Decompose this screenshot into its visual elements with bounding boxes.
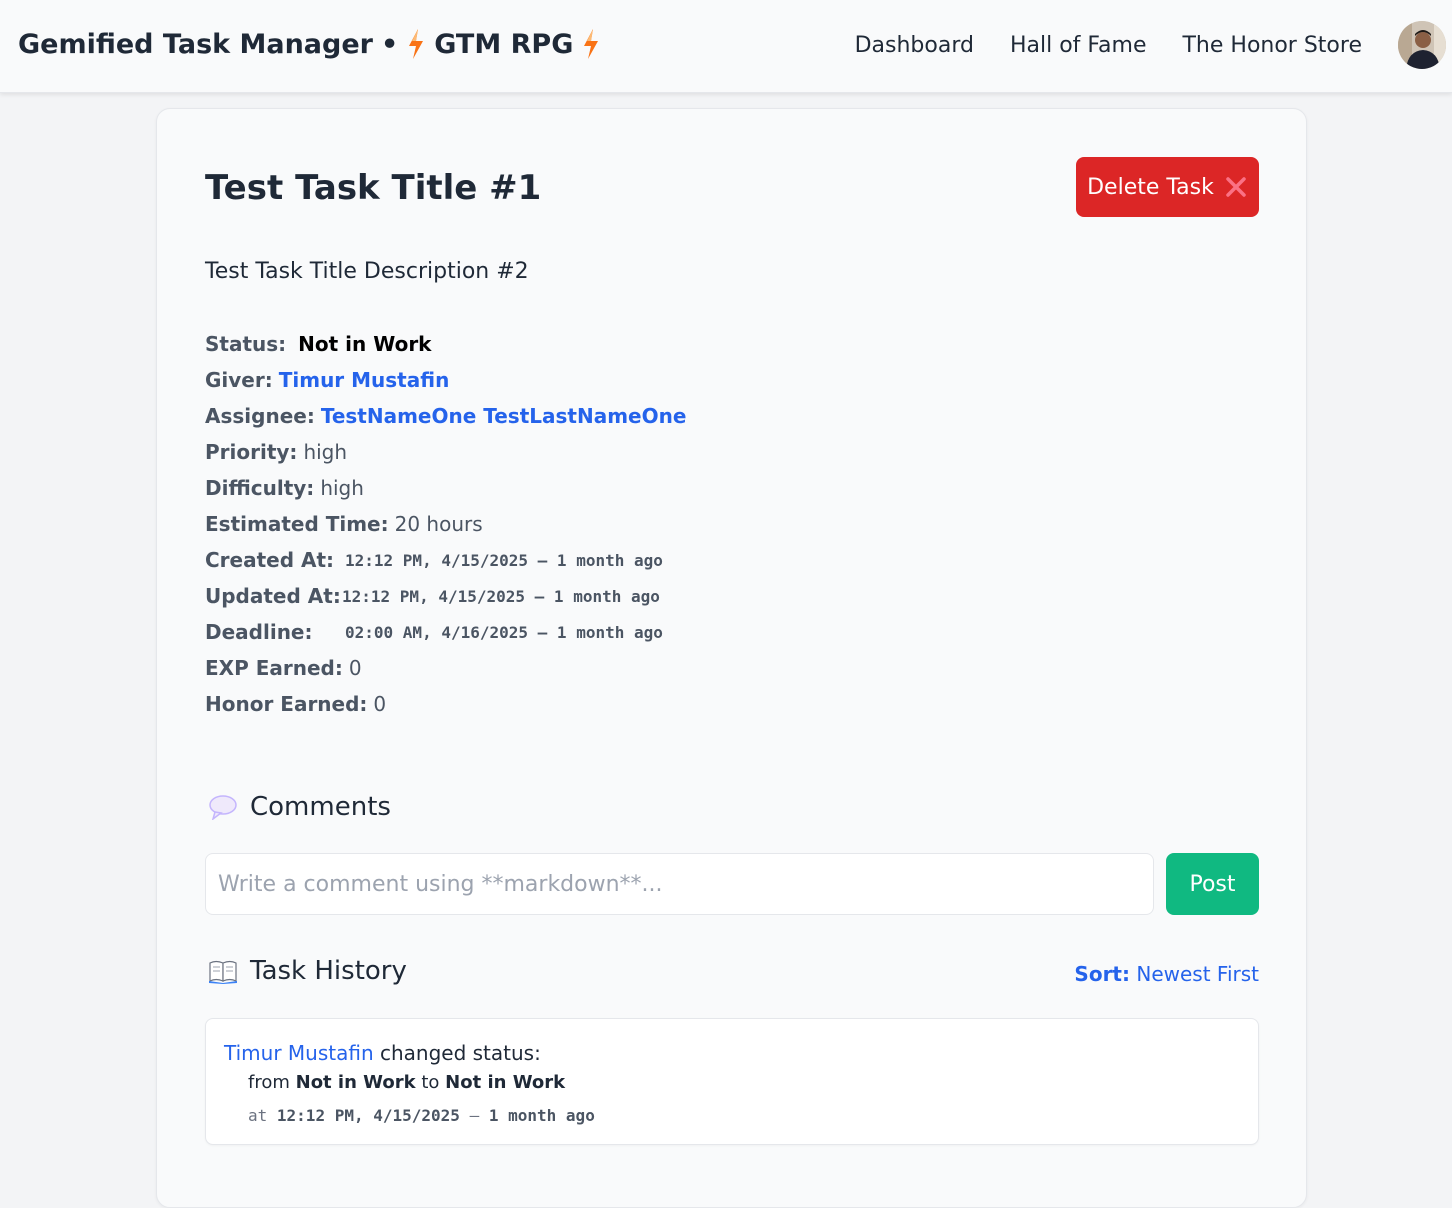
exp-earned-row: EXP Earned: 0	[205, 650, 686, 686]
assignee-row: Assignee: TestNameOne TestLastNameOne	[205, 398, 686, 434]
updated-at-row: Updated At: 12:12 PM, 4/15/2025 — 1 mont…	[205, 578, 686, 614]
brand-separator: •	[380, 28, 399, 60]
honor-earned-label: Honor Earned:	[205, 692, 368, 716]
priority-label: Priority:	[205, 440, 298, 464]
nav-link-honor-store[interactable]: The Honor Store	[1182, 33, 1362, 58]
assignee-link[interactable]: TestNameOne TestLastNameOne	[321, 404, 687, 428]
avatar-image	[1398, 21, 1446, 69]
nav-link-dashboard[interactable]: Dashboard	[855, 33, 974, 58]
deadline-row: Deadline: 02:00 AM, 4/16/2025 — 1 month …	[205, 614, 686, 650]
post-comment-button[interactable]: Post	[1166, 853, 1259, 915]
estimated-time-row: Estimated Time: 20 hours	[205, 506, 686, 542]
giver-row: Giver: Timur Mustafin	[205, 362, 686, 398]
open-book-icon	[209, 960, 237, 984]
lightning-bolt-icon	[409, 29, 424, 59]
comments-heading-text: Comments	[250, 792, 391, 822]
updated-at-label: Updated At:	[205, 584, 341, 608]
nav-links: Dashboard Hall of Fame The Honor Store	[855, 33, 1362, 58]
deadline-value: 02:00 AM, 4/16/2025 — 1 month ago	[345, 622, 663, 642]
status-label: Status:	[205, 332, 287, 356]
brand-title: Gemified Task Manager	[18, 28, 373, 60]
task-history-heading: Task History	[208, 956, 407, 986]
delete-task-label: Delete Task	[1087, 174, 1214, 200]
sort-value: Newest First	[1136, 962, 1259, 986]
history-to-word: to	[421, 1072, 440, 1093]
priority-row: Priority: high	[205, 434, 686, 470]
lightning-bolt-icon	[584, 29, 599, 59]
history-at-word: at	[248, 1106, 268, 1125]
deadline-label: Deadline:	[205, 620, 313, 644]
task-title: Test Task Title #1	[205, 168, 542, 208]
task-meta-list: Status: Not in Work Giver: Timur Mustafi…	[205, 326, 686, 722]
sort-toggle[interactable]: Sort: Newest First	[1074, 962, 1259, 986]
history-from-word: from	[248, 1072, 290, 1093]
history-action: changed status:	[379, 1041, 541, 1065]
assignee-label: Assignee:	[205, 404, 315, 428]
sort-label: Sort:	[1074, 962, 1130, 986]
history-entry-header: Timur Mustafin changed status:	[224, 1041, 541, 1065]
exp-earned-value: 0	[348, 656, 362, 680]
status-row: Status: Not in Work	[205, 326, 686, 362]
difficulty-row: Difficulty: high	[205, 470, 686, 506]
priority-value: high	[303, 440, 348, 464]
giver-label: Giver:	[205, 368, 273, 392]
created-at-value: 12:12 PM, 4/15/2025 — 1 month ago	[345, 550, 663, 570]
honor-earned-value: 0	[373, 692, 387, 716]
comment-input[interactable]	[205, 853, 1154, 915]
estimated-time-value: 20 hours	[394, 512, 483, 536]
task-history-heading-text: Task History	[250, 956, 407, 986]
delete-task-button[interactable]: Delete Task	[1076, 157, 1259, 217]
giver-link[interactable]: Timur Mustafin	[279, 368, 450, 392]
task-description: Test Task Title Description #2	[205, 259, 529, 284]
created-at-row: Created At: 12:12 PM, 4/15/2025 — 1 mont…	[205, 542, 686, 578]
history-relative: 1 month ago	[488, 1106, 595, 1125]
history-to-value: Not in Work	[445, 1072, 566, 1093]
estimated-time-label: Estimated Time:	[205, 512, 389, 536]
close-x-icon	[1226, 177, 1246, 197]
comments-heading: Comments	[208, 792, 391, 822]
speech-bubble-icon	[209, 795, 237, 820]
difficulty-label: Difficulty:	[205, 476, 315, 500]
exp-earned-label: EXP Earned:	[205, 656, 343, 680]
user-avatar[interactable]	[1398, 21, 1446, 69]
history-time: 12:12 PM, 4/15/2025	[276, 1106, 460, 1125]
brand-subtitle: GTM RPG	[434, 28, 574, 60]
app-brand[interactable]: Gemified Task Manager • GTM RPG	[18, 28, 601, 60]
honor-earned-row: Honor Earned: 0	[205, 686, 686, 722]
history-dash: —	[469, 1106, 480, 1125]
history-change: from Not in Work to Not in Work	[248, 1072, 565, 1093]
top-navbar: Gemified Task Manager • GTM RPG Dashboar…	[0, 0, 1452, 93]
status-value[interactable]: Not in Work	[298, 332, 431, 356]
history-from-value: Not in Work	[295, 1072, 416, 1093]
nav-link-hall-of-fame[interactable]: Hall of Fame	[1010, 33, 1147, 58]
history-user-link[interactable]: Timur Mustafin	[224, 1041, 374, 1065]
history-entry: Timur Mustafin changed status: from Not …	[205, 1018, 1259, 1145]
difficulty-value: high	[320, 476, 364, 500]
created-at-label: Created At:	[205, 548, 335, 572]
history-timestamp: at 12:12 PM, 4/15/2025 — 1 month ago	[248, 1106, 595, 1125]
updated-at-value: 12:12 PM, 4/15/2025 — 1 month ago	[342, 586, 660, 606]
